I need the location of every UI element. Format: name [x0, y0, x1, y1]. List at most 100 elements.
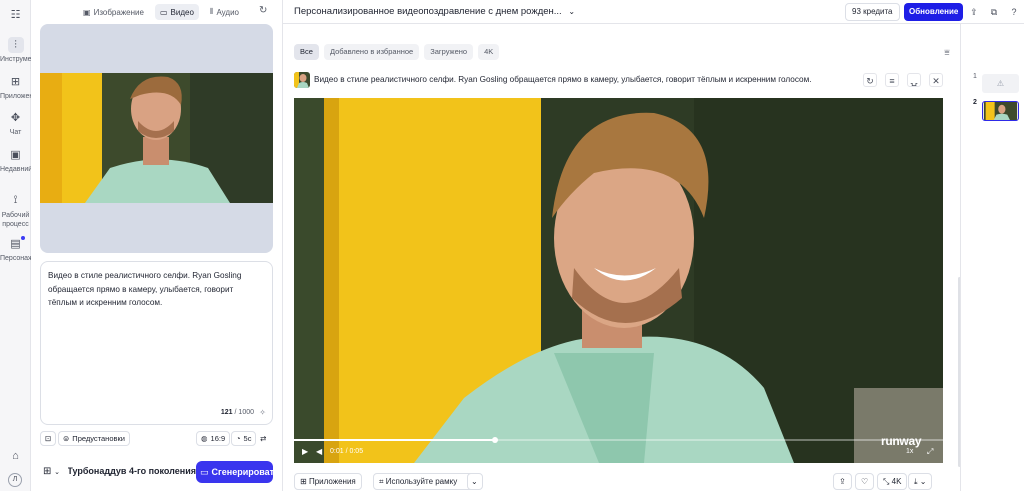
help-icon[interactable]: ?: [1007, 5, 1021, 19]
generation-thumb[interactable]: [982, 101, 1019, 121]
runway-watermark: runway: [881, 434, 922, 448]
download-icon: ⤓: [914, 477, 918, 486]
download-button[interactable]: ⤓ ⌄: [908, 473, 933, 490]
prompt-field[interactable]: Видео в стиле реалистичного селфи. Ryan …: [40, 261, 273, 425]
apps-icon: ⊞: [10, 76, 21, 88]
tab-label: Изображение: [93, 7, 144, 17]
rail-item-chat[interactable]: ✥ Чат: [0, 110, 31, 136]
share-button[interactable]: ⇪: [833, 473, 852, 490]
input-image: [40, 73, 273, 203]
image-upload-button[interactable]: ⊡: [40, 431, 57, 446]
model-name[interactable]: Турбонаддув 4-го поколения: [68, 466, 196, 476]
warning-icon: ⚠: [996, 79, 1005, 88]
app-root: ☷ ⫶ Инструмент ⊞ Приложения ✥ Чат ▣ Неда…: [0, 0, 1024, 491]
aspect-ratio-value: 16:9: [210, 434, 226, 443]
presets-icon: ⊜: [63, 434, 70, 443]
close-icon[interactable]: ✕: [929, 73, 943, 87]
rail-item-label: Рабочий процесс: [1, 212, 30, 228]
options-row: ⊡ ⊜ Предустановки ◍ 16:9 ◔ 5с ⇄: [40, 431, 273, 446]
rail-item-tool[interactable]: ⫶ Инструмент: [0, 37, 31, 63]
chat-icon: ✥: [10, 112, 21, 124]
reset-icon[interactable]: ↻: [259, 5, 267, 16]
play-icon[interactable]: ▶: [302, 447, 308, 456]
mode-tabs: ▣ Изображение ▭ Видео ⦀ Аудио: [78, 4, 244, 20]
rail-menu[interactable]: ☷: [0, 7, 31, 26]
swap-button[interactable]: ⇄: [258, 431, 269, 446]
playback-speed[interactable]: 1x: [906, 448, 913, 455]
enhance-prompt-icon[interactable]: ✧: [259, 408, 266, 417]
top-header: Персонализированное видеопоздравление с …: [283, 0, 1024, 24]
upscale-button[interactable]: ⤡ 4K: [877, 473, 908, 490]
filter-all[interactable]: Все: [294, 44, 319, 60]
regenerate-icon[interactable]: ↻: [863, 73, 877, 87]
image-plus-icon: ⊡: [45, 434, 52, 443]
tab-image[interactable]: ▣ Изображение: [78, 4, 149, 20]
apps-button[interactable]: ⊞ Приложения: [294, 473, 362, 490]
filter-4k[interactable]: 4K: [478, 44, 500, 60]
rail-item-characters[interactable]: ▤ Персонажи: [0, 236, 31, 262]
filter-tabs: Все Добавлено в избранное Загружено 4K: [294, 44, 500, 60]
upgrade-button[interactable]: Обновление: [904, 3, 964, 21]
reuse-prompt-icon[interactable]: ≡: [885, 73, 899, 87]
image-icon: ▣: [83, 7, 91, 17]
avatar[interactable]: Л: [8, 473, 22, 487]
video-actions: ⊞ Приложения ⌗ Используйте рамку ⌄ ⇪ ♡ ⤡…: [294, 473, 944, 490]
rail-item-label: Приложения: [0, 93, 31, 100]
generation-thumbnails: 1 ⚠ 2: [960, 24, 1024, 491]
generation-thumbnail: [294, 72, 310, 88]
tab-label: Видео: [170, 7, 194, 17]
recent-icon: ▣: [10, 149, 21, 161]
credits-badge[interactable]: 93 кредита: [845, 3, 900, 21]
characters-icon: ▤: [10, 238, 21, 250]
chevron-down-icon: ⌄: [568, 7, 576, 16]
chevron-down-icon: ⌄: [54, 469, 61, 476]
session-title-text: Персонализированное видеопоздравление с …: [294, 6, 562, 17]
filter-uploaded[interactable]: Загружено: [424, 44, 474, 60]
apps-label: Приложения: [308, 477, 356, 486]
prompt-text[interactable]: Видео в стиле реалистичного селфи. Ryan …: [48, 269, 262, 310]
rail-item-recent[interactable]: ▣ Недавний: [0, 147, 31, 173]
generation-panel: ▣ Изображение ▭ Видео ⦀ Аудио ↻ Видео в …: [31, 0, 283, 491]
duration-button[interactable]: ◔ 5с: [231, 431, 257, 446]
rail-item-label: Чат: [9, 129, 22, 136]
workflow-icon: ⟟: [13, 194, 18, 206]
duration-value: 5с: [243, 434, 252, 443]
generation-header: Видео в стиле реалистичного селфи. Ryan …: [294, 72, 944, 88]
sliders-icon: ⫶: [7, 37, 24, 53]
fullscreen-icon[interactable]: ⤢: [927, 447, 933, 457]
aspect-ratio-icon: ◍: [201, 434, 208, 443]
volume-icon[interactable]: ◀: [316, 447, 322, 456]
video-progress[interactable]: [294, 437, 943, 443]
session-title[interactable]: Персонализированное видеопоздравление с …: [294, 6, 575, 17]
use-frame-button[interactable]: ⌗ Используйте рамку: [373, 473, 477, 490]
tab-label: Аудио: [216, 7, 240, 17]
model-switcher[interactable]: ⊞ ⌄: [43, 466, 60, 477]
use-frame-dropdown[interactable]: ⌄: [467, 473, 483, 490]
feedback-icon[interactable]: ⍽: [907, 73, 921, 87]
presets-button[interactable]: ⊜ Предустановки: [58, 431, 130, 446]
tab-audio[interactable]: ⦀ Аудио: [205, 4, 244, 20]
rail-item-home[interactable]: ⌂: [0, 448, 31, 467]
generate-button[interactable]: ▭ Сгенерировать: [196, 461, 273, 483]
failed-generation-thumb[interactable]: ⚠: [982, 74, 1019, 93]
rail-item-apps[interactable]: ⊞ Приложения: [0, 74, 31, 100]
aspect-ratio-button[interactable]: ◍ 16:9: [196, 431, 231, 446]
tab-video[interactable]: ▭ Видео: [154, 4, 199, 20]
rail-item-label: Недавний: [0, 166, 31, 173]
apps-grid-icon: ⊞: [300, 477, 307, 486]
rail-item-label: Персонажи: [0, 255, 31, 262]
filter-favorites[interactable]: Добавлено в избранное: [323, 44, 420, 60]
video-player[interactable]: ▶ ◀ 0:01 / 0:05 runway 1x ⤢: [294, 98, 943, 463]
generate-label: Сгенерировать: [211, 467, 273, 477]
generate-bar: ⊞ ⌄ Турбонаддув 4-го поколения ▭ Сгенери…: [40, 461, 273, 483]
chevron-down-icon: ⌄: [919, 477, 927, 486]
share-icon[interactable]: ⇪: [967, 5, 981, 19]
input-image-dropzone[interactable]: [40, 24, 273, 253]
copy-icon[interactable]: ⧉: [987, 5, 1001, 19]
favorite-button[interactable]: ♡: [855, 473, 875, 490]
home-icon: ⌂: [12, 450, 19, 462]
frame-icon: ⌗: [379, 477, 384, 486]
filter-icon[interactable]: ⩸: [940, 45, 954, 59]
rail-item-workflow[interactable]: ⟟ Рабочий процесс: [0, 192, 31, 229]
video-frame: [294, 98, 943, 463]
